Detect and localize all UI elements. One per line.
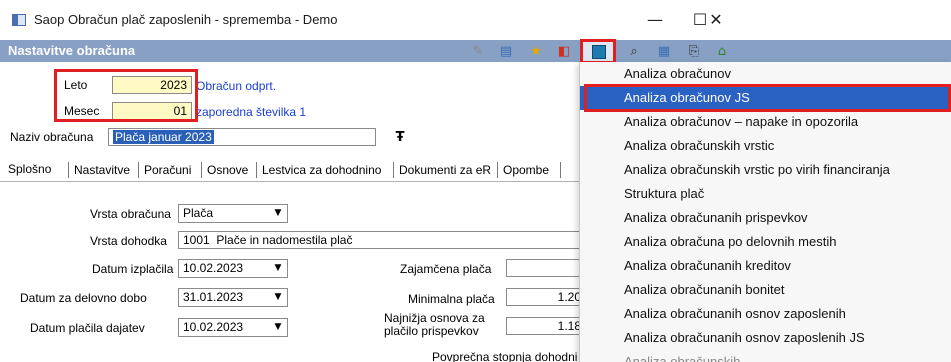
chevron-down-icon[interactable]: ▼ <box>269 289 287 306</box>
menu-item-bonitet[interactable]: Analiza obračunanih bonitet <box>580 278 951 302</box>
menu-item-struktura-plac[interactable]: Struktura plač <box>580 182 951 206</box>
minimalna-label: Minimalna plača <box>408 292 495 306</box>
minimize-button[interactable]: — <box>632 6 678 34</box>
menu-item-vrstic-viri[interactable]: Analiza obračunskih vrstic po virih fina… <box>580 158 951 182</box>
search-icon[interactable]: ⌕ <box>626 44 642 60</box>
tab-osnove[interactable]: Osnove <box>207 163 248 177</box>
title-bar: Saop Obračun plač zaposlenih - sprememba… <box>0 0 740 40</box>
chevron-down-icon[interactable]: ▼ <box>269 205 287 222</box>
report-icon[interactable]: ▦ <box>656 44 672 60</box>
povprecna-label: Povprečna stopnja dohodni <box>432 350 578 362</box>
tab-poracuni[interactable]: Poračuni <box>144 163 191 177</box>
tab-splosno[interactable]: Splošno <box>8 162 51 176</box>
main-window: Saop Obračun plač zaposlenih - sprememba… <box>0 0 951 362</box>
list-icon[interactable]: ▤ <box>498 44 514 60</box>
datum-izplacila-value: 10.02.2023 <box>183 261 244 275</box>
menu-item-osnov-zaposlenih[interactable]: Analiza obračunanih osnov zaposlenih <box>580 302 951 326</box>
font-icon[interactable]: Ŧ <box>392 130 408 146</box>
menu-item-more[interactable]: Analiza obračunskih ... <box>580 350 951 362</box>
star-icon[interactable]: ★ <box>528 44 544 60</box>
home-icon[interactable]: ⌂ <box>714 44 730 60</box>
tab-bar: Splošno Nastavitve Poračuni Osnove Lestv… <box>0 158 600 182</box>
tab-dokumenti[interactable]: Dokumenti za eR <box>399 163 491 177</box>
copy-icon[interactable]: ⎘ <box>686 44 702 60</box>
tab-separator <box>68 162 69 178</box>
app-icon <box>12 14 26 26</box>
datum-delovno-label: Datum za delovno dobo <box>20 291 147 305</box>
chevron-down-icon[interactable]: ▼ <box>269 260 287 277</box>
menu-item-kreditov[interactable]: Analiza obračunanih kreditov <box>580 254 951 278</box>
window-title: Saop Obračun plač zaposlenih - sprememba… <box>34 12 338 27</box>
naziv-input[interactable]: Plača januar 2023 <box>108 128 376 146</box>
chevron-down-icon[interactable]: ▼ <box>269 319 287 336</box>
datum-placila-value: 10.02.2023 <box>183 320 244 334</box>
tab-separator <box>201 162 202 178</box>
tab-separator <box>497 162 498 178</box>
database-icon <box>592 45 606 59</box>
vrsta-obracuna-value: Plača <box>183 206 214 220</box>
tab-separator <box>138 162 139 178</box>
tab-nastavitve[interactable]: Nastavitve <box>74 163 130 177</box>
najnizja-input[interactable]: 1.18 <box>506 317 586 335</box>
datum-izplacila-label: Datum izplačila <box>92 262 174 276</box>
sequence-link[interactable]: zaporedna številka 1 <box>196 105 306 119</box>
minimalna-input[interactable]: 1.20 <box>506 288 586 306</box>
menu-item-prispevkov[interactable]: Analiza obračunanih prispevkov <box>580 206 951 230</box>
tab-opombe[interactable]: Opombe <box>503 163 549 177</box>
tab-separator <box>256 162 257 178</box>
najnizja-label-line2: plačilo prispevkov <box>384 324 479 338</box>
naziv-selected-text: Plača januar 2023 <box>113 130 214 144</box>
naziv-label: Naziv obračuna <box>10 130 94 144</box>
annotation-box-menu-item <box>584 84 951 112</box>
datum-placila-picker[interactable]: 10.02.2023 ▼ <box>178 318 288 337</box>
zajamcena-label: Zajamčena plača <box>400 262 492 276</box>
section-title: Nastavitve obračuna <box>8 43 136 58</box>
edit-icon[interactable]: ✎ <box>470 44 486 60</box>
tab-separator <box>393 162 394 178</box>
menu-item-delovnih-mestih[interactable]: Analiza obračuna po delovnih mestih <box>580 230 951 254</box>
menu-item-osnov-zaposlenih-js[interactable]: Analiza obračunanih osnov zaposlenih JS <box>580 326 951 350</box>
vrsta-obracuna-select[interactable]: Plača ▼ <box>178 204 288 223</box>
close-button[interactable]: ✕ <box>693 6 739 34</box>
delete-icon[interactable]: ◧ <box>556 44 572 60</box>
vrsta-dohodka-label: Vrsta dohodka <box>90 234 167 248</box>
analysis-menu-button[interactable] <box>580 39 616 64</box>
tab-lestvica[interactable]: Lestvica za dohodnino <box>262 163 381 177</box>
menu-item-analiza-obracunov[interactable]: Analiza obračunov <box>580 62 951 86</box>
annotation-box-period <box>54 69 198 122</box>
menu-item-obracunskih-vrstic[interactable]: Analiza obračunskih vrstic <box>580 134 951 158</box>
menu-item-napake-opozorila[interactable]: Analiza obračunov – napake in opozorila <box>580 110 951 134</box>
datum-delovno-value: 31.01.2023 <box>183 290 244 304</box>
vrsta-dohodka-input[interactable]: 1001 Plače in nadomestila plač <box>178 231 580 249</box>
datum-izplacila-picker[interactable]: 10.02.2023 ▼ <box>178 259 288 278</box>
datum-delovno-picker[interactable]: 31.01.2023 ▼ <box>178 288 288 307</box>
datum-placila-label: Datum plačila dajatev <box>30 321 145 335</box>
status-link[interactable]: Obračun odprt. <box>196 79 276 93</box>
zajamcena-input[interactable] <box>506 259 586 277</box>
tab-separator <box>560 162 561 178</box>
vrsta-obracuna-label: Vrsta obračuna <box>90 207 171 221</box>
